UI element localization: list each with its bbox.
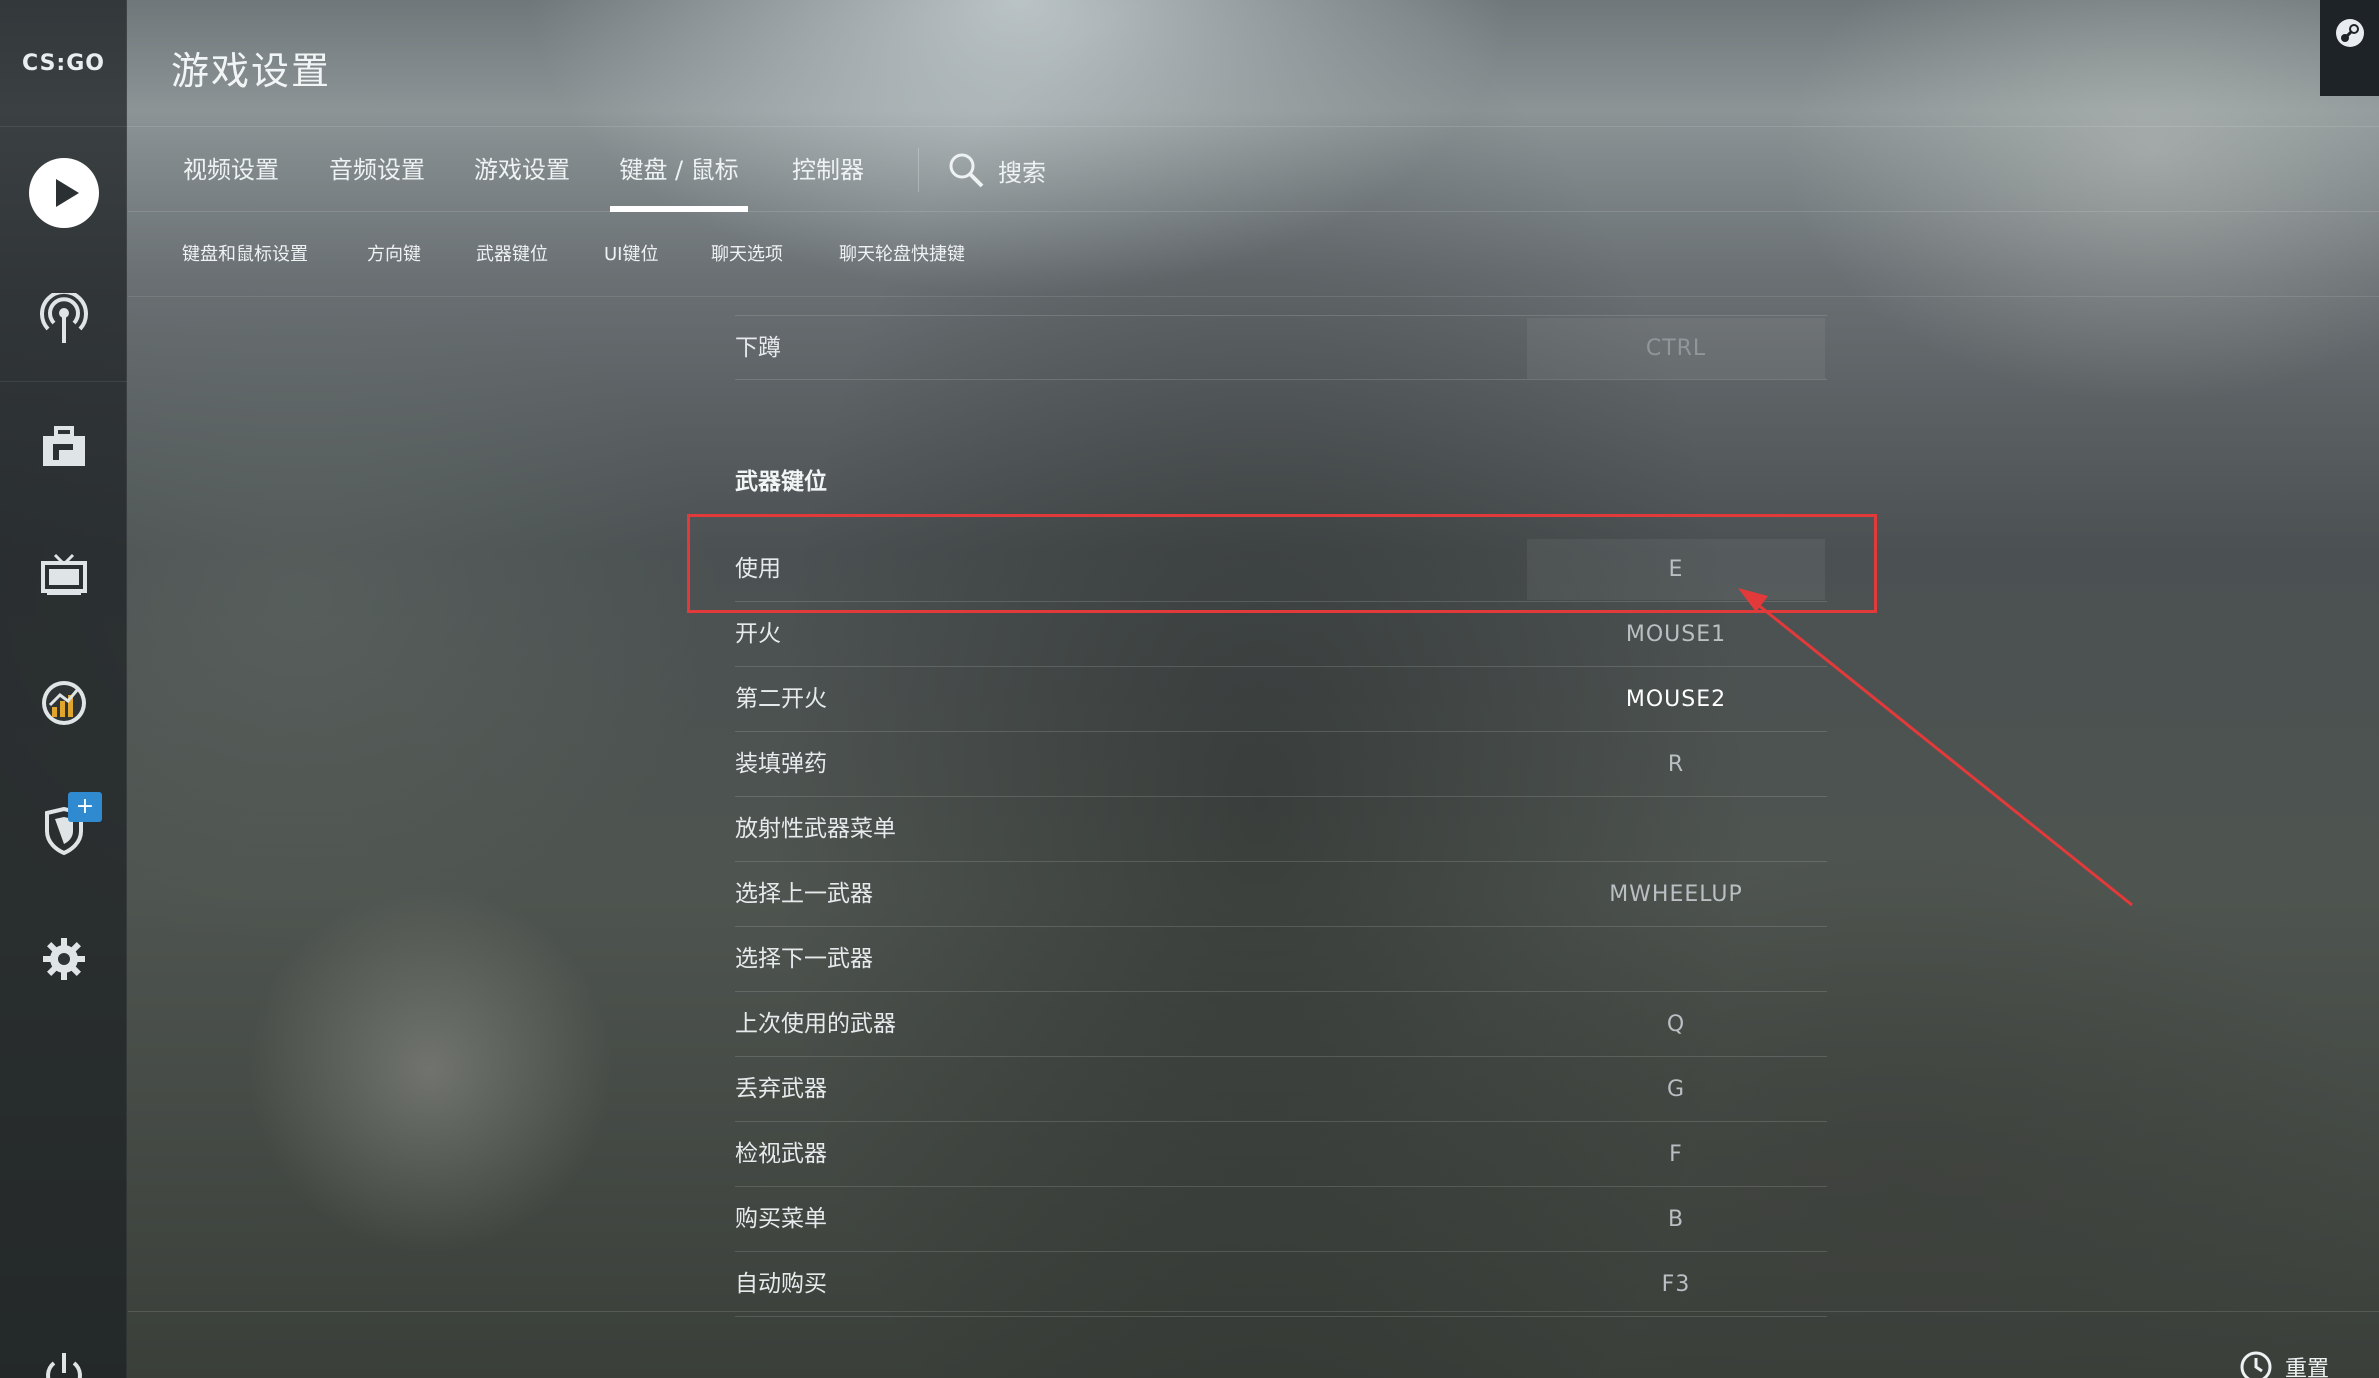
subtab-chat-options[interactable]: 聊天选项 <box>711 213 783 297</box>
reset-button[interactable]: 重置 <box>2239 1350 2329 1378</box>
keybind-row: 放射性武器菜单 <box>735 797 1827 862</box>
keybind-value[interactable]: G <box>1527 1059 1825 1120</box>
tab-controller[interactable]: 控制器 <box>789 128 867 212</box>
play-icon <box>28 158 99 228</box>
subtab-weapon-keys[interactable]: 武器键位 <box>476 213 548 297</box>
briefcase-icon <box>42 426 85 466</box>
keybind-value[interactable]: MOUSE1 <box>1527 604 1825 665</box>
tv-icon <box>40 553 87 595</box>
inventory-button[interactable] <box>0 392 127 502</box>
reset-icon <box>2240 1351 2272 1378</box>
keybind-label: 选择上一武器 <box>735 881 873 907</box>
keybind-label: 购买菜单 <box>735 1206 827 1232</box>
keybind-row: 购买菜单 B <box>735 1187 1827 1252</box>
keybind-label: 上次使用的武器 <box>735 1011 896 1037</box>
keybind-value[interactable]: F <box>1527 1124 1825 1185</box>
keybind-label: 选择下一武器 <box>735 946 873 972</box>
keybind-value[interactable]: E <box>1527 539 1825 600</box>
tab-audio[interactable]: 音频设置 <box>327 128 427 212</box>
reset-label: 重置 <box>2284 1357 2329 1378</box>
subtab-ui-keys[interactable]: UI键位 <box>604 213 658 297</box>
settings-button[interactable] <box>0 904 127 1014</box>
main-tabs: 视频设置 音频设置 游戏设置 键盘 / 鼠标 控制器 搜索 <box>128 128 2379 212</box>
keybind-value[interactable] <box>1527 799 1825 860</box>
tab-game[interactable]: 游戏设置 <box>472 128 572 212</box>
sub-tabs: 键盘和鼠标设置 方向键 武器键位 UI键位 聊天选项 聊天轮盘快捷键 <box>128 213 2379 297</box>
play-button[interactable] <box>0 138 127 248</box>
search-label: 搜索 <box>998 158 1046 187</box>
keybind-label: 第二开火 <box>735 686 827 712</box>
header: 游戏设置 <box>128 0 2379 127</box>
tv-button[interactable] <box>0 520 127 630</box>
subtab-keyboard-mouse-settings[interactable]: 键盘和鼠标设置 <box>182 213 308 297</box>
search-button[interactable]: 搜索 <box>948 128 1046 212</box>
keybind-row: 第二开火 MOUSE2 <box>735 667 1827 732</box>
keybind-value[interactable]: MOUSE2 <box>1527 669 1825 730</box>
keybind-label: 开火 <box>735 621 781 647</box>
keybind-row: 丢弃武器 G <box>735 1057 1827 1122</box>
broadcast-icon <box>39 293 88 343</box>
keybind-row: 使用 E <box>735 537 1827 602</box>
keybind-label: 放射性武器菜单 <box>735 816 896 842</box>
tab-video[interactable]: 视频设置 <box>181 128 281 212</box>
watch-button[interactable] <box>0 264 127 374</box>
keybind-row-crouch: 下蹲 CTRL <box>735 315 1827 380</box>
keybind-value[interactable]: R <box>1527 734 1825 795</box>
keybind-label: 自动购买 <box>735 1271 827 1297</box>
operation-button[interactable]: + <box>0 776 127 886</box>
subtab-movement[interactable]: 方向键 <box>367 213 421 297</box>
keybind-value[interactable]: F3 <box>1527 1254 1825 1315</box>
csgo-logo[interactable]: CS:GO <box>0 0 127 127</box>
quit-button[interactable] <box>0 1318 127 1378</box>
keybind-label: 下蹲 <box>735 335 781 361</box>
keybind-value[interactable]: MWHEELUP <box>1527 864 1825 925</box>
power-icon <box>45 1353 82 1378</box>
sidebar: CS:GO + <box>0 0 127 1378</box>
keybind-label: 装填弹药 <box>735 751 827 777</box>
keybind-row: 自动购买 F3 <box>735 1252 1827 1317</box>
keybind-value[interactable] <box>1527 929 1825 990</box>
keybind-label: 检视武器 <box>735 1141 827 1167</box>
keybind-value[interactable]: Q <box>1527 994 1825 1055</box>
keybind-value[interactable]: CTRL <box>1527 318 1825 379</box>
stats-button[interactable] <box>0 648 127 758</box>
section-title: 武器键位 <box>735 469 827 495</box>
keybind-value[interactable]: B <box>1527 1189 1825 1250</box>
keybind-row: 装填弹药 R <box>735 732 1827 797</box>
subtab-chat-wheel-hotkeys[interactable]: 聊天轮盘快捷键 <box>839 213 965 297</box>
keybind-row: 检视武器 F <box>735 1122 1827 1187</box>
keybind-row: 上次使用的武器 Q <box>735 992 1827 1057</box>
keybind-label: 丢弃武器 <box>735 1076 827 1102</box>
logo-text: CS:GO <box>22 50 105 76</box>
tab-keyboard-mouse[interactable]: 键盘 / 鼠标 <box>610 128 748 212</box>
keybind-row: 选择下一武器 <box>735 927 1827 992</box>
gear-icon <box>42 938 85 980</box>
page-title: 游戏设置 <box>171 49 332 93</box>
stats-icon <box>41 681 86 725</box>
keybind-label: 使用 <box>735 556 781 582</box>
keybind-row: 选择上一武器 MWHEELUP <box>735 862 1827 927</box>
steam-button[interactable] <box>2320 0 2379 96</box>
search-icon <box>949 153 984 188</box>
new-badge: + <box>68 792 102 822</box>
steam-icon <box>2335 19 2364 47</box>
keybind-row: 开火 MOUSE1 <box>735 602 1827 667</box>
